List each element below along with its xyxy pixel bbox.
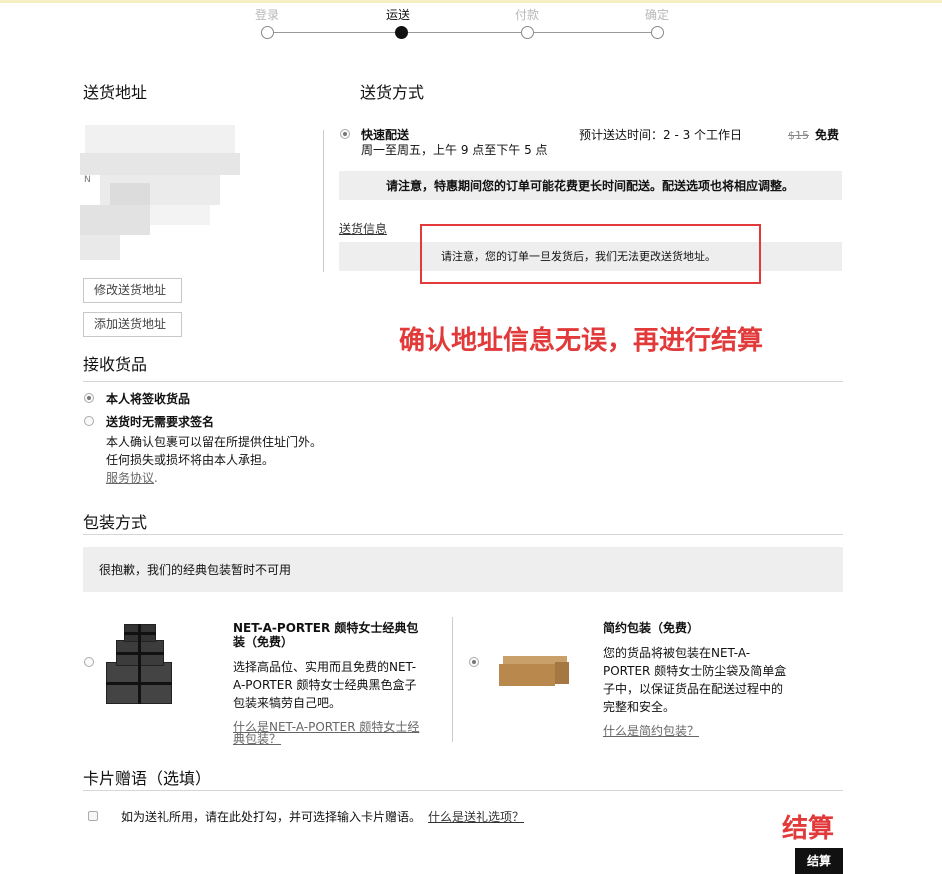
packaging-section-title: 包装方式 xyxy=(83,513,148,532)
receive-section-title: 接收货品 xyxy=(83,355,148,374)
step-label-login[interactable]: 登录 xyxy=(255,6,279,23)
highlight-frame xyxy=(420,224,761,284)
classic-packaging-link-2[interactable]: 典包装？ xyxy=(233,731,281,747)
no-signature-desc-2: 任何损失或损坏将由本人承担。 xyxy=(106,453,275,467)
checkout-button[interactable]: 结算 xyxy=(795,848,843,874)
step-dot-login[interactable] xyxy=(261,26,274,39)
simple-packaging-desc-4: 完整和安全。 xyxy=(603,700,676,714)
shipping-method-title: 送货方式 xyxy=(360,83,425,102)
no-signature-desc-1: 本人确认包裹可以留在所提供住址门外。 xyxy=(106,435,323,449)
sign-for-goods-radio[interactable] xyxy=(84,393,94,403)
confirm-annotation: 确认地址信息无误，再进行结算 xyxy=(399,326,764,356)
shipping-info-link[interactable]: 送货信息 xyxy=(339,221,387,237)
step-label-payment: 付款 xyxy=(515,8,540,22)
gift-checkbox-label: 如为送礼所用，请在此处打勾，并可选择输入卡片赠语。 xyxy=(121,810,422,824)
old-price: $15 xyxy=(788,129,809,142)
black-gift-boxes-image xyxy=(100,622,180,710)
terms-line: 服务协议. xyxy=(106,470,158,486)
shipping-estimate: 预计送达时间：2 - 3 个工作日 xyxy=(579,128,743,142)
simple-packaging-desc-2: PORTER 颇特女士防尘袋及简单盒 xyxy=(603,664,787,678)
receive-divider xyxy=(83,381,843,382)
no-signature-label: 送货时无需要求签名 xyxy=(106,415,215,429)
step-dot-payment xyxy=(521,26,534,39)
checkout-annotation: 结算 xyxy=(782,814,835,844)
classic-packaging-desc-1: 选择高品位、实用而且免费的NET- xyxy=(233,660,417,674)
shipping-option-name: 快速配送 xyxy=(361,128,410,142)
card-section-title: 卡片赠语（选填） xyxy=(83,769,212,788)
blurred-address: N xyxy=(80,125,240,265)
simple-packaging-radio[interactable] xyxy=(469,657,479,667)
step-label-shipping: 运送 xyxy=(386,8,411,22)
gift-options-link[interactable]: 什么是送礼选项？ xyxy=(428,809,524,825)
top-accent-bar xyxy=(0,0,942,3)
shipping-option-hours: 周一至周五，上午 9 点至下午 5 点 xyxy=(361,143,548,157)
step-label-confirm: 确定 xyxy=(645,8,670,22)
terms-link[interactable]: 服务协议 xyxy=(106,471,154,485)
holiday-notice-text: 请注意，特惠期间您的订单可能花费更长时间配送。配送选项也将相应调整。 xyxy=(386,179,795,193)
step-dot-confirm xyxy=(651,26,664,39)
step-dot-shipping xyxy=(395,26,408,39)
packaging-divider xyxy=(83,534,843,535)
section-divider xyxy=(323,130,324,272)
classic-packaging-title-2: 装（免费） xyxy=(233,635,294,649)
holiday-notice-box: 请注意，特惠期间您的订单可能花费更长时间配送。配送选项也将相应调整。 xyxy=(339,171,842,200)
classic-packaging-radio[interactable] xyxy=(84,657,94,667)
sign-for-goods-label: 本人将签收货品 xyxy=(106,392,191,406)
address-section-title: 送货地址 xyxy=(83,83,148,102)
express-shipping-radio[interactable] xyxy=(340,129,350,139)
simple-packaging-desc-3: 子中，以保证货品在配送过程中的 xyxy=(603,682,784,696)
packaging-unavailable-text: 很抱歉，我们的经典包装暂时不可用 xyxy=(99,563,292,577)
shipping-price: 免费 xyxy=(815,128,840,142)
classic-packaging-desc-2: A-PORTER 颇特女士经典黑色盒子 xyxy=(233,678,417,692)
stepper-line xyxy=(267,32,657,33)
no-signature-radio[interactable] xyxy=(84,416,94,426)
packaging-divider-vertical xyxy=(452,617,453,742)
simple-packaging-link[interactable]: 什么是简约包装？ xyxy=(603,723,699,739)
simple-packaging-desc-1: 您的货品将被包装在NET-A- xyxy=(603,646,751,660)
card-divider xyxy=(83,790,843,791)
simple-packaging-title: 简约包装（免费） xyxy=(603,621,700,635)
blurred-address-initial: N xyxy=(84,175,91,185)
gift-checkbox[interactable] xyxy=(88,811,98,821)
packaging-unavailable-box: 很抱歉，我们的经典包装暂时不可用 xyxy=(83,547,843,592)
add-address-button[interactable]: 添加送货地址 xyxy=(83,312,182,337)
terms-period: . xyxy=(154,471,158,485)
edit-address-button[interactable]: 修改送货地址 xyxy=(83,278,182,303)
kraft-box-image xyxy=(493,650,573,690)
classic-packaging-desc-3: 包装来犒劳自己吧。 xyxy=(233,696,342,710)
